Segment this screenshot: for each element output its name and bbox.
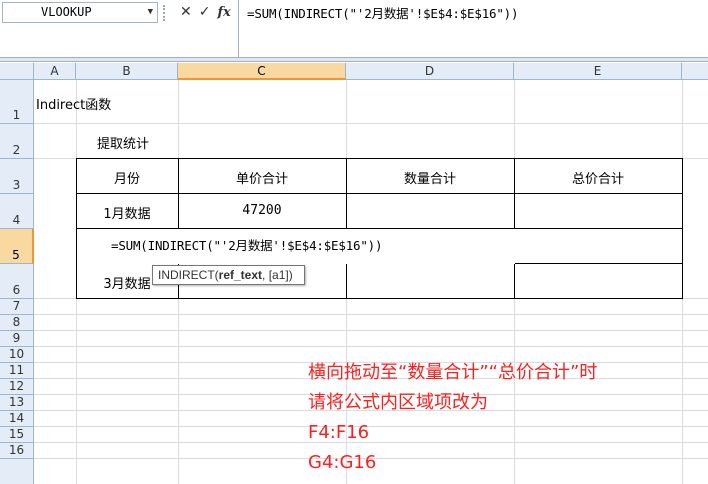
table-border [682, 158, 683, 299]
row-header-11[interactable]: 11 [0, 363, 34, 379]
cell-b4[interactable]: 1月数据 [76, 203, 178, 222]
note-line-4: G4:G16 [308, 452, 377, 473]
table-border [76, 158, 683, 159]
row-header-10[interactable]: 10 [0, 347, 34, 363]
header-total-price[interactable]: 总价合计 [514, 168, 682, 187]
tooltip-func: INDIRECT( [158, 268, 219, 282]
formula-bar-buttons: ✕ ✓ fx [160, 2, 236, 23]
row-header-12[interactable]: 12 [0, 379, 34, 395]
row-header-5[interactable]: 5 [0, 229, 34, 264]
cell-c4[interactable]: 47200 [178, 203, 346, 218]
header-unit-price[interactable]: 单价合计 [178, 168, 346, 187]
chevron-down-icon[interactable]: ▼ [148, 3, 153, 22]
select-all-corner[interactable] [0, 63, 34, 80]
formula-bar: VLOOKUP ▼ ✕ ✓ fx =SUM(INDIRECT("'2月数据'!$… [0, 0, 708, 58]
name-box[interactable]: VLOOKUP ▼ [2, 2, 158, 23]
annotation-note: 横向拖动至“数量合计”“总价合计”时 请将公式内区域项改为 F4:F16 G4:… [308, 358, 597, 478]
row-header-6[interactable]: 6 [0, 264, 34, 299]
header-quantity[interactable]: 数量合计 [346, 168, 514, 187]
note-line-2: 请将公式内区域项改为 [308, 392, 488, 413]
header-month[interactable]: 月份 [76, 168, 178, 187]
row-header-2[interactable]: 2 [0, 124, 34, 159]
gridline [34, 330, 708, 331]
row-header-9[interactable]: 9 [0, 331, 34, 347]
row-header-17[interactable] [0, 459, 34, 484]
column-header-e[interactable]: E [514, 63, 682, 80]
formula-input[interactable]: =SUM(INDIRECT("'2月数据'!$E$4:$E$16")) [238, 0, 708, 57]
cell-a1[interactable]: Indirect函数 [36, 94, 111, 113]
grip-icon [163, 4, 173, 21]
column-header-c[interactable]: C [178, 63, 346, 80]
row-header-13[interactable]: 13 [0, 395, 34, 411]
insert-function-icon[interactable]: fx [217, 5, 230, 20]
row-header-7[interactable]: 7 [0, 299, 34, 315]
row-header-3[interactable]: 3 [0, 159, 34, 194]
gridline [34, 123, 708, 124]
row-header-1[interactable]: 1 [0, 80, 34, 124]
gridline [34, 314, 708, 315]
tooltip-arg: ref_text [218, 268, 263, 282]
gridline [34, 346, 708, 347]
note-line-1: 横向拖动至“数量合计”“总价合计”时 [308, 362, 598, 383]
row-header-15[interactable]: 15 [0, 427, 34, 443]
function-tooltip[interactable]: INDIRECT(ref_text, [a1]) [152, 265, 305, 285]
name-box-value: VLOOKUP [41, 5, 92, 19]
column-header-d[interactable]: D [346, 63, 514, 80]
row-header-4[interactable]: 4 [0, 194, 34, 229]
tooltip-rest: , [a1]) [262, 268, 293, 282]
row-header-16[interactable]: 16 [0, 443, 34, 459]
table-border [76, 298, 683, 299]
formula-bar-splitter[interactable] [0, 58, 708, 62]
column-header-a[interactable]: A [34, 63, 76, 80]
cancel-icon[interactable]: ✕ [180, 3, 192, 22]
column-header-f[interactable] [682, 63, 708, 80]
cell-c5-editor[interactable]: =SUM(INDIRECT("'2月数据'!$E$4:$E$16")) [77, 229, 515, 264]
row-header-8[interactable]: 8 [0, 315, 34, 331]
cell-b2[interactable]: 提取统计 [97, 133, 149, 152]
column-header-b[interactable]: B [76, 63, 178, 80]
table-border [76, 193, 683, 194]
row-header-14[interactable]: 14 [0, 411, 34, 427]
enter-icon[interactable]: ✓ [199, 3, 211, 22]
note-line-3: F4:F16 [308, 422, 370, 443]
